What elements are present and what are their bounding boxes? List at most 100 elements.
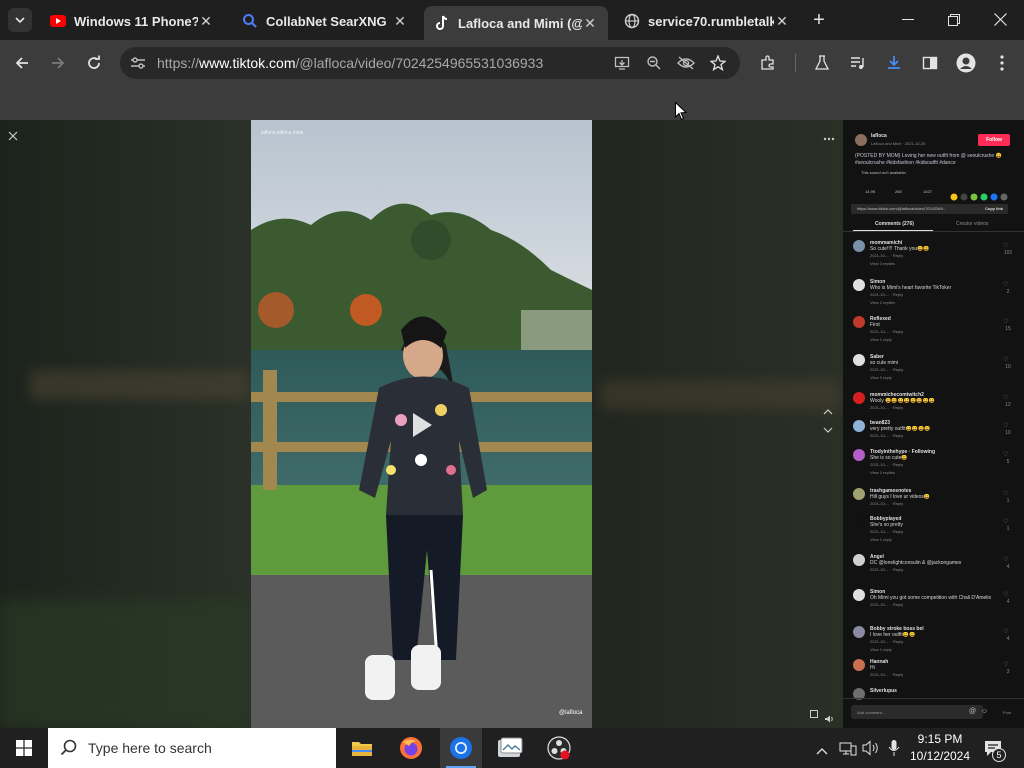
clock-time[interactable]: 9:15 PM [916,732,964,746]
side-panel-icon[interactable] [918,51,942,75]
video-player[interactable]: lafloca lafloca mimi @lafloca [251,120,592,728]
emoji-icon[interactable]: ☺ [981,708,988,715]
address-bar[interactable]: https://www.tiktok.com/@lafloca/video/70… [120,47,740,79]
comment-like-icon[interactable]: ♡ [1003,242,1008,249]
comment-meta[interactable]: 2021-10-... · Reply [870,462,903,467]
comment-like-icon[interactable]: ♡ [1003,318,1008,325]
file-explorer-icon[interactable] [351,738,373,758]
comment-meta[interactable]: 2021-10-... · Reply [870,405,903,410]
tab-tiktok-active[interactable]: Lafloca and Mimi (@la ✕ [424,6,608,40]
comment-meta[interactable]: 2021-10-... · Reply [870,433,903,438]
view-replies-link[interactable]: View 3 replies [870,261,895,266]
tracking-protection-icon[interactable] [674,51,698,75]
microphone-icon[interactable] [888,739,900,757]
view-replies-link[interactable]: View 1 reply [870,647,892,652]
downloads-icon[interactable] [882,51,906,75]
comment-meta[interactable]: 2021-10-... · Reply [870,501,903,506]
volume-icon[interactable] [824,710,834,723]
tab-search-button[interactable] [8,8,32,32]
forward-button[interactable] [46,51,70,75]
post-button[interactable]: Post [1003,710,1011,715]
site-info-icon[interactable] [126,51,150,75]
labs-flask-icon[interactable] [810,51,834,75]
restore-button[interactable] [948,13,960,26]
comment-like-icon[interactable]: ♡ [1003,518,1008,525]
comment-avatar[interactable] [853,659,865,671]
bookmark-star-icon[interactable] [706,51,730,75]
comment-meta[interactable]: 2021-10-... · Reply [870,253,903,258]
share-count[interactable]: 1027 [923,189,932,194]
zoom-icon[interactable] [642,51,666,75]
comment-avatar[interactable] [853,316,865,328]
comment-avatar[interactable] [853,488,865,500]
tab-creator-videos[interactable]: Creator videos [956,221,989,227]
comment-avatar[interactable] [853,449,865,461]
video-link-text[interactable]: https://www.tiktok.com/@lafloca/video/70… [857,206,946,211]
share-icons-row[interactable] [950,188,1010,201]
comment-avatar[interactable] [853,589,865,601]
comment-like-icon[interactable]: ♡ [1003,356,1008,363]
comment-like-icon[interactable]: ♡ [1003,490,1008,497]
comment-like-icon[interactable]: ♡ [1003,422,1008,429]
comment-avatar[interactable] [853,279,865,291]
comment-like-icon[interactable]: ♡ [1003,661,1008,668]
comment-count[interactable]: 265 [895,189,902,194]
close-tab-icon[interactable]: ✕ [198,13,214,29]
image-viewer-icon[interactable] [497,737,523,759]
tab-rumbletalk[interactable]: service70.rumbletalk.c ✕ [614,6,800,36]
author-avatar[interactable] [855,134,867,146]
tab-youtube[interactable]: Windows 11 Phone? | Y ✕ [40,6,224,36]
minimize-button[interactable] [902,19,914,20]
comment-avatar[interactable] [853,554,865,566]
firefox-icon[interactable] [399,736,423,760]
url-text[interactable]: https://www.tiktok.com/@lafloca/video/70… [157,55,543,71]
obs-recorder-icon[interactable] [547,736,571,760]
view-replies-link[interactable]: View 2 replies [870,300,895,305]
comment-like-icon[interactable]: ♡ [1003,556,1008,563]
view-replies-link[interactable]: View 1 reply [870,537,892,542]
comment-avatar[interactable] [853,354,865,366]
comment-avatar[interactable] [853,240,865,252]
volume-icon[interactable] [862,740,880,756]
media-controls-icon[interactable] [846,51,870,75]
comment-like-icon[interactable]: ♡ [1003,451,1008,458]
comment-meta[interactable]: 2021-10-... · Reply [870,602,903,607]
back-button[interactable] [10,51,34,75]
comment-meta[interactable]: 2021-10-... · Reply [870,329,903,334]
windows-start-icon[interactable] [16,740,32,756]
comment-like-icon[interactable]: ♡ [1003,281,1008,288]
taskbar-search-box[interactable]: Type here to search [48,728,336,768]
previous-video-arrow-icon[interactable] [823,403,835,415]
pip-icon[interactable] [810,710,818,718]
tab-searxng[interactable]: CollabNet SearXNG ✕ [232,6,418,36]
comment-username[interactable]: Silverlupus [870,688,897,694]
next-video-arrow-icon[interactable] [823,421,835,433]
author-name[interactable]: lafloca [871,133,887,139]
more-options-icon[interactable] [823,128,835,141]
follow-button[interactable]: Follow [978,134,1010,146]
close-window-button[interactable] [994,13,1007,26]
view-replies-link[interactable]: View 3 replies [870,470,895,475]
play-icon[interactable] [411,412,433,438]
copy-link-button[interactable]: Copy link [985,206,1003,211]
show-hidden-icons-chevron[interactable] [816,742,828,755]
view-replies-link[interactable]: View 3 reply [870,375,892,380]
tab-comments[interactable]: Comments (276) [875,221,914,227]
comment-meta[interactable]: 2021-10-... · Reply [870,367,903,372]
close-video-icon[interactable] [8,128,18,141]
new-tab-button[interactable]: + [808,9,830,31]
extensions-icon[interactable] [756,51,780,75]
comment-meta[interactable]: 2021-10-... · Reply [870,567,903,572]
clock-date[interactable]: 10/12/2024 [908,749,972,763]
comment-like-icon[interactable]: ♡ [1003,591,1008,598]
network-icon[interactable] [839,740,857,756]
comment-like-icon[interactable]: ♡ [1003,628,1008,635]
close-tab-icon[interactable]: ✕ [582,15,598,31]
comment-avatar[interactable] [853,420,865,432]
comment-avatar[interactable] [853,392,865,404]
comment-meta[interactable]: 2021-10-... · Reply [870,529,903,534]
view-replies-link[interactable]: View 1 reply [870,337,892,342]
install-app-icon[interactable] [610,51,634,75]
chrome-icon[interactable] [449,736,473,760]
comment-like-icon[interactable]: ♡ [1003,394,1008,401]
